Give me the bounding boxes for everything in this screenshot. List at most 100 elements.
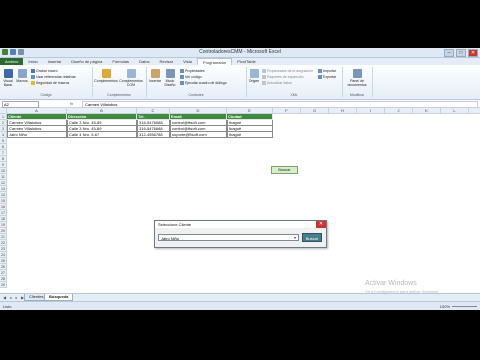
insert-control-button[interactable]: Insertar [148, 69, 162, 83]
buscar-sheet-button[interactable]: Buscar [271, 166, 298, 174]
xml-source-button[interactable]: Origen [248, 69, 260, 83]
tab-vista[interactable]: Vista [178, 58, 197, 65]
zoom-level[interactable]: 100% [440, 304, 450, 309]
column-header-h[interactable]: H [329, 108, 357, 114]
controls-group: Insertar Modo Diseño Propiedades Ver cód… [146, 67, 247, 97]
export-button[interactable]: Exportar [318, 75, 336, 80]
table-cell[interactable]: Calle 4 Nro. 5-67 [67, 132, 137, 138]
export-icon [318, 75, 322, 80]
table-cell[interactable]: 312-4556788 [137, 132, 170, 138]
visual-basic-button[interactable]: Visual Basic [2, 69, 14, 87]
table-cell[interactable]: soporte@ftsoft.com [170, 132, 227, 138]
row-header[interactable]: 29 [0, 282, 7, 288]
addins-group: Complementos Complementos COM Complement… [92, 67, 147, 97]
formula-input[interactable]: Carmen Villalobos [82, 101, 478, 108]
sheet-tab-busqueda[interactable]: Búsqueda [44, 294, 74, 301]
warning-icon [31, 81, 35, 86]
design-mode-icon [165, 69, 175, 78]
tab-diseno-pagina[interactable]: Diseño de página [66, 58, 107, 65]
macro-security-button[interactable]: Seguridad de macros [31, 81, 69, 86]
relative-refs-icon [31, 75, 35, 80]
import-button[interactable]: Importar [318, 69, 336, 74]
table-cell[interactable]: Jairo Niño [7, 132, 67, 138]
run-dialog-button[interactable]: Ejecutar cuadro de diálogo [180, 81, 227, 86]
map-properties-icon [262, 69, 266, 74]
tab-datos[interactable]: Datos [134, 58, 154, 65]
client-combobox-value: Jairo Niño [161, 236, 180, 241]
worksheet-grid[interactable]: ABCDEFGHIJKLMNOP123456789101112131415161… [0, 108, 480, 292]
code-icon [180, 75, 184, 80]
document-panel-icon [352, 69, 362, 78]
properties-icon [180, 69, 184, 74]
excel-window: ControladoresCMM - Microsoft Excel – □ ✕… [0, 48, 480, 310]
select-client-dialog: Seleccione Cliente ✕ Jairo Niño ▾ Buscar [154, 220, 327, 248]
macros-button[interactable]: Macros [16, 69, 28, 83]
watermark-title: Activar Windows [365, 280, 417, 287]
client-combobox[interactable]: Jairo Niño ▾ [158, 234, 299, 241]
document-panel-button[interactable]: Panel de documentos [344, 69, 370, 87]
column-header-g[interactable]: G [301, 108, 329, 114]
expansion-packs-button[interactable]: Paquetes de expansión [262, 75, 304, 80]
import-icon [318, 69, 322, 74]
status-text: Listo [3, 304, 12, 309]
title-bar: ControladoresCMM - Microsoft Excel – □ ✕ [0, 48, 480, 58]
status-bar: Listo 100% [0, 301, 480, 310]
tab-pivottable[interactable]: PivotTable [232, 58, 260, 65]
column-header-l[interactable]: L [441, 108, 469, 114]
macros-icon [17, 69, 27, 78]
column-header-k[interactable]: K [413, 108, 441, 114]
properties-button[interactable]: Propiedades [180, 69, 205, 74]
zoom-slider[interactable] [452, 306, 477, 307]
tab-archivo[interactable]: Archivo [0, 58, 24, 65]
expansion-packs-icon [262, 75, 266, 80]
column-header-m[interactable]: M [469, 108, 480, 114]
sheet-nav-buttons: ◀ ◂ ▸ ▶ [2, 295, 25, 300]
minimize-button[interactable]: – [444, 49, 454, 57]
watermark-subtitle: Ve a Configuración para activar Windows. [365, 289, 440, 294]
com-addins-button[interactable]: Complementos COM [119, 69, 143, 87]
column-header-i[interactable]: I [357, 108, 385, 114]
dialog-close-button[interactable]: ✕ [316, 221, 326, 228]
window-controls: – □ ✕ [444, 49, 478, 57]
dialog-buscar-button[interactable]: Buscar [302, 233, 322, 242]
com-addins-icon [126, 69, 136, 78]
dialog-icon [180, 81, 184, 86]
chevron-down-icon[interactable]: ▾ [292, 235, 298, 240]
refresh-icon [262, 81, 266, 86]
xml-source-icon [249, 69, 259, 78]
addins-icon [101, 69, 111, 78]
column-header-j[interactable]: J [385, 108, 413, 114]
design-mode-button[interactable]: Modo Diseño [163, 69, 177, 87]
refresh-data-button[interactable]: Actualizar datos [262, 81, 292, 86]
addins-button[interactable]: Complementos [94, 69, 118, 83]
activation-watermark: Activar Windows Ve a Configuración para … [365, 280, 439, 296]
relative-refs-button[interactable]: Usar referencias relativas [31, 75, 76, 80]
view-code-button[interactable]: Ver código [180, 75, 202, 80]
maximize-button[interactable]: □ [456, 49, 466, 57]
prev-sheet-icon[interactable]: ◂ [8, 295, 13, 300]
visual-basic-icon [3, 69, 13, 78]
tab-formulas[interactable]: Fórmulas [107, 58, 134, 65]
dialog-title: Seleccione Cliente [155, 221, 326, 228]
toolbox-icon [150, 69, 160, 78]
tab-inicio[interactable]: Inicio [23, 58, 42, 65]
code-group: Visual Basic Macros Grabar macro Usar re… [0, 67, 93, 97]
table-cell[interactable]: Ibagué [227, 132, 273, 138]
map-properties-button[interactable]: Propiedades de la asignación [262, 69, 313, 74]
first-sheet-icon[interactable]: ◀ [2, 295, 7, 300]
tab-revisar[interactable]: Revisar [155, 58, 179, 65]
record-macro-button[interactable]: Grabar macro [31, 69, 58, 74]
formula-bar: A2 fx Carmen Villalobos [0, 100, 480, 108]
column-header-f[interactable]: F [273, 108, 301, 114]
next-sheet-icon[interactable]: ▸ [14, 295, 19, 300]
fx-icon[interactable]: fx [70, 101, 73, 106]
close-button[interactable]: ✕ [468, 49, 478, 57]
modify-group: Panel de documentos Modificar [342, 67, 373, 97]
ribbon-tabs: Archivo Inicio Insertar Diseño de página… [0, 57, 480, 66]
tab-insertar[interactable]: Insertar [43, 58, 67, 65]
name-box[interactable]: A2 [2, 101, 39, 108]
xml-group: Origen Propiedades de la asignación Paqu… [246, 67, 343, 97]
window-title: ControladoresCMM - Microsoft Excel [199, 49, 281, 55]
ribbon: Visual Basic Macros Grabar macro Usar re… [0, 65, 480, 100]
record-icon [31, 69, 35, 74]
